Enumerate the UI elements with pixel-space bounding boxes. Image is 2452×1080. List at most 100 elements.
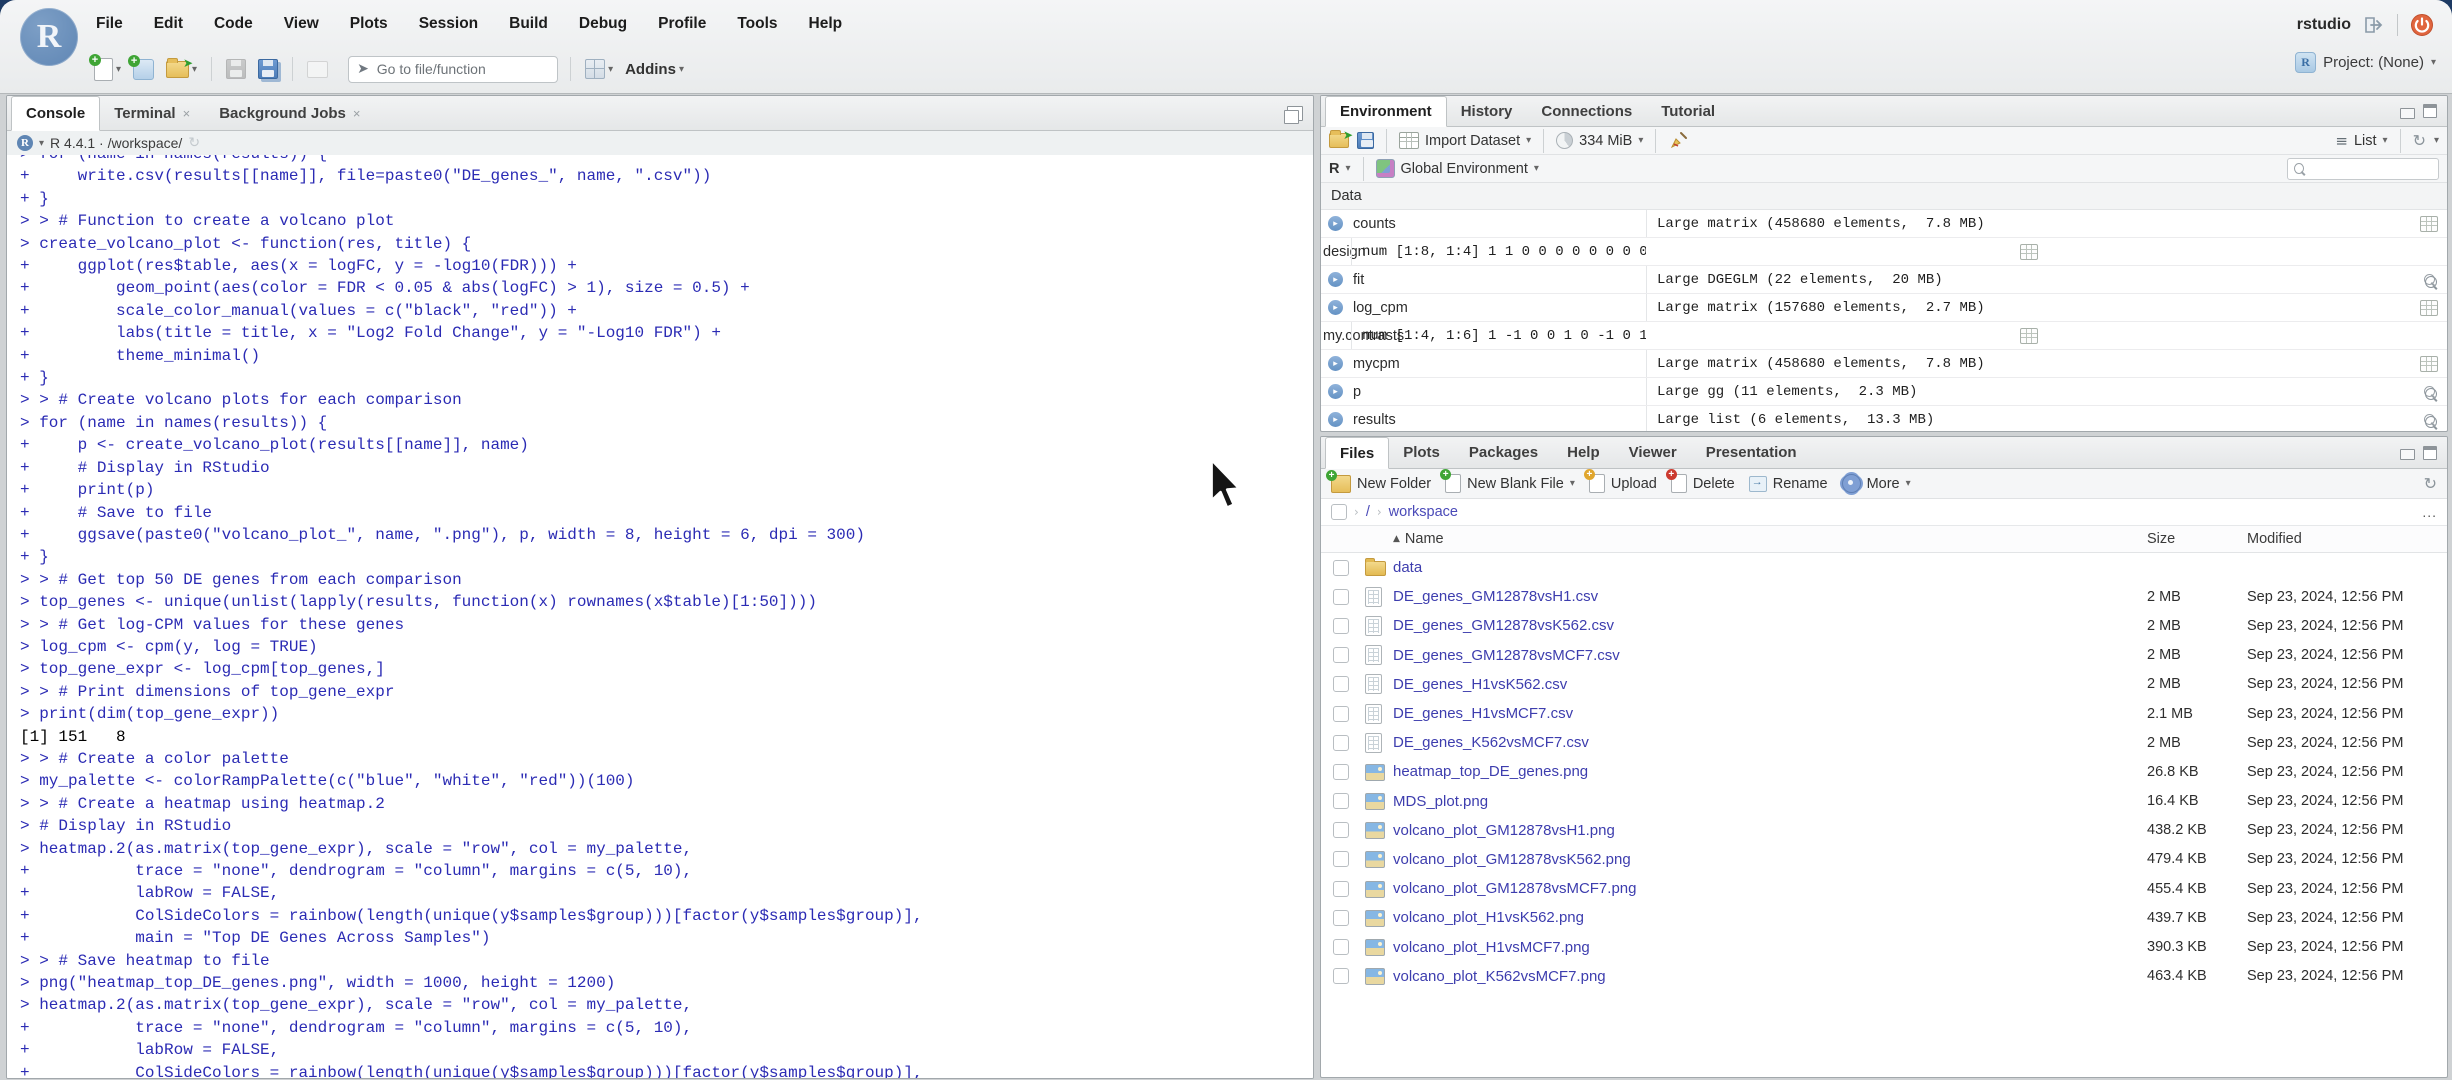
menu-item[interactable]: Help [807,12,845,36]
expand-object-icon[interactable]: ▸ [1328,384,1343,399]
new-project-button[interactable]: + [128,54,156,82]
close-tab-icon[interactable]: × [183,106,191,121]
file-checkbox[interactable] [1333,822,1349,839]
file-checkbox[interactable] [1333,559,1349,576]
restore-panes-icon[interactable] [1284,105,1303,124]
new-file-button[interactable]: + ▾ [89,53,123,83]
expand-object-icon[interactable]: ▸ [1328,412,1343,427]
environment-selector[interactable]: Global Environment ▾ [1375,159,1539,178]
file-checkbox[interactable] [1333,705,1349,722]
file-checkbox[interactable] [1333,763,1349,780]
power-button[interactable] [2410,13,2434,37]
file-name-link[interactable]: volcano_plot_H1vsK562.png [1393,909,2147,926]
file-checkbox[interactable] [1333,880,1349,897]
minimize-pane-icon[interactable] [2400,107,2415,119]
object-action-icon[interactable] [2019,327,2038,344]
open-file-button[interactable]: ➤ ▾ [164,56,199,80]
environment-search-input[interactable] [2308,160,2432,177]
object-action-icon[interactable] [2423,274,2437,288]
object-action-icon[interactable] [2019,243,2038,260]
save-button[interactable] [224,57,248,81]
files-toolbar-button[interactable]: + More ▾ [1841,474,1911,493]
column-header-name[interactable]: ▲ Name [1393,531,2147,547]
project-selector[interactable]: R Project: (None) ▾ [2295,52,2436,73]
menu-item[interactable]: Profile [656,12,708,36]
file-row[interactable]: DE_genes_GM12878vsH1.csv 2 MB Sep 23, 20… [1321,582,2447,611]
files-tab[interactable]: Plots [1389,437,1455,468]
minimize-pane-icon[interactable] [2400,449,2415,460]
expand-object-icon[interactable]: ▸ [1328,356,1343,371]
menu-item[interactable]: Code [212,12,255,36]
files-tab[interactable]: Files [1325,437,1390,469]
file-row[interactable]: heatmap_top_DE_genes.png 26.8 KB Sep 23,… [1321,757,2447,786]
file-row[interactable]: DE_genes_H1vsMCF7.csv 2.1 MB Sep 23, 202… [1321,699,2447,728]
print-button[interactable] [305,59,330,80]
file-name-link[interactable]: volcano_plot_GM12878vsK562.png [1393,851,2147,868]
file-name-link[interactable]: heatmap_top_DE_genes.png [1393,763,2147,780]
menu-item[interactable]: Session [417,12,480,36]
files-tab[interactable]: Presentation [1692,437,1812,468]
environment-object-row[interactable]: ▸ fit Large DGEGLM (22 elements, 20 MB) [1321,266,2447,294]
files-toolbar-button[interactable]: + New Blank File ▾ [1440,469,1575,493]
environment-object-row[interactable]: ▸ counts Large matrix (458680 elements, … [1321,210,2447,238]
file-checkbox[interactable] [1333,734,1349,751]
file-name-link[interactable]: DE_genes_GM12878vsMCF7.csv [1393,647,2147,664]
file-row[interactable]: DE_genes_H1vsK562.csv 2 MB Sep 23, 2024,… [1321,670,2447,699]
file-name-link[interactable]: volcano_plot_H1vsMCF7.png [1393,939,2147,956]
environment-object-row[interactable]: ▸ p Large gg (11 elements, 2.3 MB) [1321,378,2447,406]
menu-item[interactable]: Debug [577,12,629,36]
expand-object-icon[interactable]: ▸ [1328,272,1343,287]
menu-item[interactable]: File [94,12,125,36]
file-checkbox[interactable] [1333,851,1349,868]
files-tab[interactable]: Packages [1455,437,1553,468]
column-header-size[interactable]: Size [2147,531,2247,547]
file-checkbox[interactable] [1333,676,1349,693]
file-name-link[interactable]: DE_genes_K562vsMCF7.csv [1393,734,2147,751]
file-row[interactable]: DE_genes_GM12878vsK562.csv 2 MB Sep 23, … [1321,611,2447,640]
file-name-link[interactable]: DE_genes_H1vsK562.csv [1393,676,2147,693]
file-row[interactable]: volcano_plot_H1vsMCF7.png 390.3 KB Sep 2… [1321,932,2447,961]
file-checkbox[interactable] [1333,617,1349,634]
environment-object-row[interactable]: ▸ design num [1:8, 1:4] 1 1 0 0 0 0 0 0 … [1321,238,2447,266]
sign-out-icon[interactable] [2363,15,2385,35]
save-all-button[interactable] [256,57,280,81]
file-row[interactable]: volcano_plot_H1vsK562.png 439.7 KB Sep 2… [1321,903,2447,932]
maximize-pane-icon[interactable] [2423,445,2437,460]
import-dataset-button[interactable]: Import Dataset ▾ [1399,132,1531,149]
expand-object-icon[interactable]: ▸ [1328,300,1343,315]
environment-tab[interactable]: Tutorial [1647,96,1730,126]
console-tab[interactable]: Background Jobs × [205,96,375,130]
file-name-link[interactable]: volcano_plot_GM12878vsMCF7.png [1393,880,2147,897]
environment-object-row[interactable]: ▸ results Large list (6 elements, 13.3 M… [1321,406,2447,431]
addins-button[interactable]: Addins ▾ [623,59,686,80]
file-name-link[interactable]: DE_genes_H1vsMCF7.csv [1393,705,2147,722]
console-tab[interactable]: Terminal × [100,96,205,130]
file-name-link[interactable]: volcano_plot_K562vsMCF7.png [1393,968,2147,985]
expand-object-icon[interactable]: ▸ [1328,216,1343,231]
environment-tab[interactable]: History [1447,96,1528,126]
file-name-link[interactable]: DE_genes_GM12878vsK562.csv [1393,617,2147,634]
save-workspace-icon[interactable] [1357,132,1374,149]
refresh-files-icon[interactable]: ↻ [2424,474,2437,493]
object-action-icon[interactable] [2420,215,2438,232]
breadcrumb-more-button[interactable]: ... [2422,504,2437,520]
environment-tab[interactable]: Environment [1325,96,1447,127]
file-name-link[interactable]: data [1393,559,2147,576]
file-name-link[interactable]: DE_genes_GM12878vsH1.csv [1393,588,2147,605]
clear-objects-icon[interactable] [1668,131,1688,151]
object-action-icon[interactable] [2420,299,2438,316]
menu-item[interactable]: Build [507,12,550,36]
select-all-checkbox[interactable] [1331,504,1347,520]
menu-item[interactable]: Edit [152,12,185,36]
maximize-pane-icon[interactable] [2423,104,2437,118]
breadcrumb-root[interactable]: / [1366,504,1370,520]
menu-item[interactable]: View [282,12,321,36]
file-row[interactable]: DE_genes_K562vsMCF7.csv 2 MB Sep 23, 202… [1321,728,2447,757]
environment-tab[interactable]: Connections [1527,96,1647,126]
panes-layout-button[interactable]: ▾ [583,57,615,81]
files-tab[interactable]: Help [1553,437,1615,468]
refresh-environment-icon[interactable]: ↻ [2413,131,2426,150]
memory-usage-button[interactable]: 334 MiB ▾ [1556,132,1643,149]
object-action-icon[interactable] [2420,355,2438,372]
goto-file-input[interactable] [374,60,550,78]
